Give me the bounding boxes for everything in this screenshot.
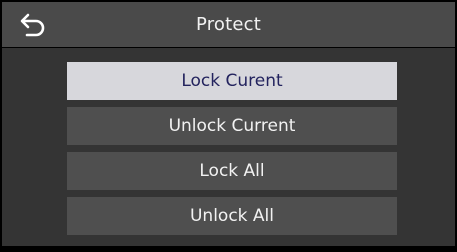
lock-current-button[interactable]: Lock Curent xyxy=(67,62,397,100)
menu-panel: Lock Curent Unlock Current Lock All Unlo… xyxy=(2,48,455,246)
title-bar: Protect xyxy=(2,2,455,47)
page-title: Protect xyxy=(195,14,262,35)
back-arrow-icon xyxy=(20,13,45,37)
unlock-current-button[interactable]: Unlock Current xyxy=(67,107,397,145)
lock-all-button[interactable]: Lock All xyxy=(67,152,397,190)
back-button[interactable] xyxy=(16,9,50,39)
protect-screen: Protect Lock Curent Unlock Current Lock … xyxy=(0,0,457,252)
unlock-all-button[interactable]: Unlock All xyxy=(67,197,397,235)
